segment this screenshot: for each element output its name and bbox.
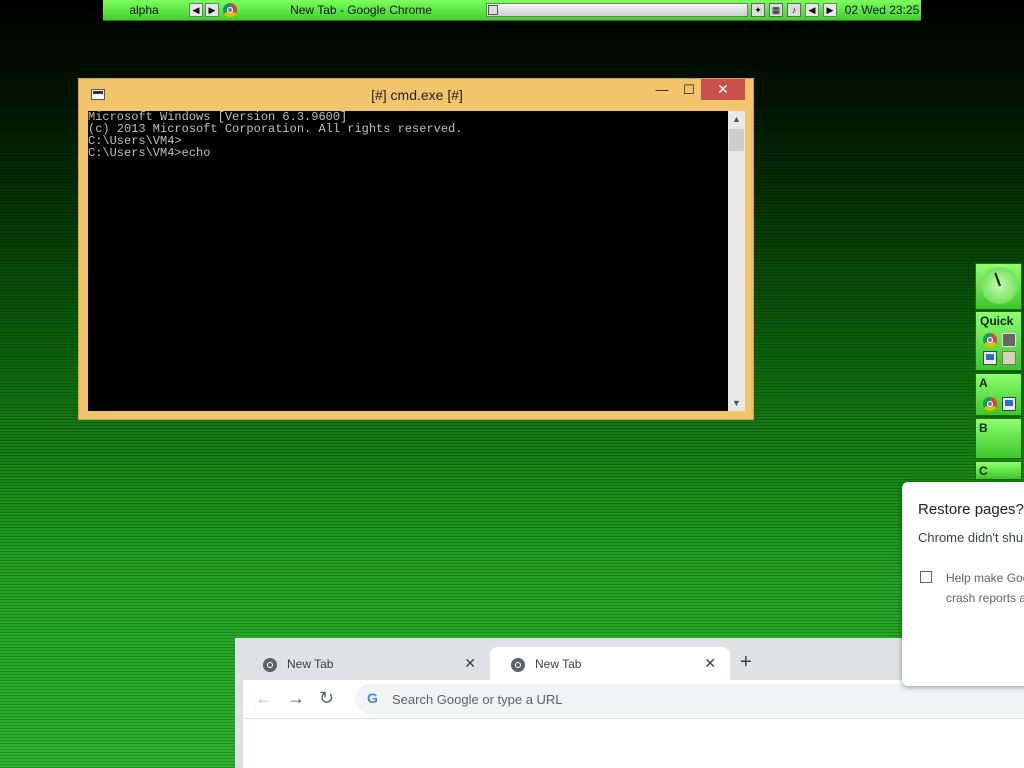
workspace-label[interactable]: alpha [103, 0, 185, 20]
maximize-button[interactable]: ☐ [675, 79, 703, 100]
next-window-arrow-icon[interactable]: ▶ [205, 3, 219, 17]
window-launcher-icon[interactable] [983, 351, 997, 365]
terminal-launcher-icon[interactable] [1002, 333, 1016, 347]
workspace-b-panel[interactable]: B [975, 418, 1022, 459]
chrome-icon [223, 3, 237, 17]
tray-right-arrow-icon[interactable]: ▶ [823, 3, 837, 17]
top-taskbar: alpha ◀ ▶ New Tab - Google Chrome ✦ ▦ ♪ … [103, 0, 921, 21]
crash-reports-checkbox[interactable] [920, 571, 932, 583]
gear-icon[interactable]: ✦ [751, 3, 765, 17]
omnibox[interactable]: G Search Google or type a URL [355, 684, 1024, 714]
cmd-window[interactable]: [#] cmd.exe [#] — ☐ ✕ Microsoft Windows … [78, 78, 754, 420]
cmd-window-icon[interactable] [1002, 397, 1016, 411]
reload-icon[interactable]: ↻ [319, 688, 334, 708]
restore-pages-dialog: Restore pages? Chrome didn't shu Help ma… [902, 482, 1024, 686]
workspace-b-label: B [979, 421, 988, 435]
close-tab-icon[interactable]: ✕ [704, 655, 716, 672]
tab-label: New Tab [287, 657, 334, 671]
back-arrow-icon[interactable]: ← [255, 688, 273, 708]
close-button[interactable]: ✕ [701, 79, 745, 100]
prev-window-arrow-icon[interactable]: ◀ [189, 3, 203, 17]
tab-new-tab-2[interactable]: New Tab ✕ [490, 647, 730, 680]
console-output[interactable]: Microsoft Windows [Version 6.3.9600] (c)… [88, 111, 728, 411]
workspace-a-label: A [979, 376, 988, 390]
forward-arrow-icon[interactable]: → [287, 688, 305, 708]
slider-thumb[interactable] [488, 5, 498, 15]
chrome-launcher-icon[interactable] [983, 333, 997, 347]
console-line: (c) 2013 Microsoft Corporation. All righ… [88, 122, 463, 136]
minimize-button[interactable]: — [648, 79, 676, 100]
workspace-c-panel[interactable]: C [975, 461, 1022, 480]
dock-clock [975, 263, 1022, 310]
speaker-icon[interactable]: ♪ [787, 3, 801, 17]
tab-label: New Tab [535, 657, 582, 671]
quick-launch-panel: Quick [975, 311, 1022, 371]
close-tab-icon[interactable]: ✕ [464, 655, 476, 672]
scroll-down-icon[interactable]: ▼ [728, 395, 745, 411]
dialog-message: Chrome didn't shu [918, 530, 1024, 545]
console-scrollbar[interactable]: ▲ ▼ [728, 111, 745, 411]
console-prompt-line: C:\Users\VM4>echo [88, 146, 211, 160]
files-launcher-icon[interactable] [1002, 351, 1016, 365]
side-dock: Quick A B C [975, 263, 1024, 480]
omnibox-placeholder: Search Google or type a URL [392, 692, 563, 707]
network-icon[interactable]: ▦ [769, 3, 783, 17]
tray-left-arrow-icon[interactable]: ◀ [805, 3, 819, 17]
scrollbar-thumb[interactable] [729, 129, 744, 151]
scroll-up-icon[interactable]: ▲ [728, 111, 745, 127]
cmd-titlebar[interactable]: [#] cmd.exe [#] — ☐ ✕ [79, 79, 753, 110]
workspace-c-label: C [979, 464, 988, 478]
quick-label: Quick [980, 314, 1014, 328]
taskbar-clock: 02 Wed 23:25 [844, 3, 920, 17]
active-window-title[interactable]: New Tab - Google Chrome [243, 0, 479, 20]
new-tab-page-content [243, 719, 1024, 768]
checkbox-label: Help make Goo [946, 571, 1024, 585]
chrome-favicon-icon [263, 658, 277, 672]
workspace-a-panel[interactable]: A [975, 373, 1022, 416]
dialog-title: Restore pages? [918, 501, 1024, 518]
tab-new-tab-1[interactable]: New Tab ✕ [242, 647, 490, 680]
checkbox-label-line2: crash reports a [946, 591, 1024, 605]
volume-slider[interactable] [486, 3, 748, 17]
new-tab-button[interactable]: + [740, 652, 752, 672]
chrome-window-icon[interactable] [983, 397, 997, 411]
chrome-favicon-icon [511, 658, 525, 672]
google-icon: G [367, 690, 378, 706]
